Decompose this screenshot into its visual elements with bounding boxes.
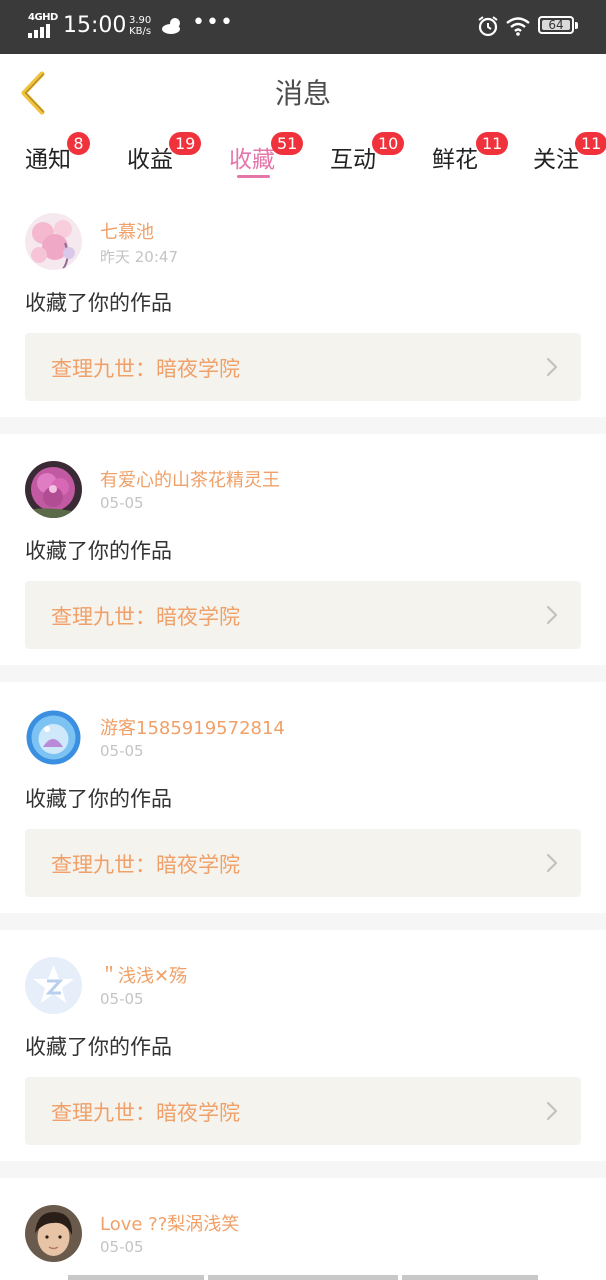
boy-portrait-avatar[interactable] — [25, 1205, 82, 1262]
divider — [0, 1161, 606, 1178]
tab-follows[interactable]: 关注 11 — [533, 132, 606, 174]
action-text: 收藏了你的作品 — [25, 539, 172, 563]
timestamp: 昨天 20:47 — [100, 248, 178, 266]
list-item: ＂浅浅✕殇 05-05 收藏了你的作品 查理九世：暗夜学院 — [0, 930, 606, 1161]
network-speed: 3.90 KB/s — [129, 15, 151, 37]
username[interactable]: ＂浅浅✕殇 — [100, 962, 187, 988]
action-text: 收藏了你的作品 — [25, 787, 172, 811]
work-title: 查理九世：暗夜学院 — [51, 853, 240, 877]
tab-favorites[interactable]: 收藏 51 — [229, 132, 304, 174]
tab-earnings[interactable]: 收益 19 — [127, 132, 202, 174]
more-notifications-icon: ••• — [192, 10, 234, 35]
tab-bar: 通知 8 收益 19 收藏 51 互动 10 鲜花 11 关注 11 — [0, 128, 606, 186]
divider — [0, 913, 606, 930]
unread-badge: 10 — [372, 132, 405, 155]
work-link[interactable]: 查理九世：暗夜学院 — [25, 581, 581, 649]
tab-label: 关注 — [533, 147, 579, 173]
bottom-hint-bar — [402, 1275, 538, 1280]
timestamp: 05-05 — [100, 742, 144, 760]
default-star-avatar[interactable] — [25, 957, 82, 1014]
tab-flowers[interactable]: 鲜花 11 — [432, 132, 509, 174]
cherry-blossom-avatar[interactable] — [25, 213, 82, 270]
chevron-right-icon — [546, 605, 558, 625]
tab-label: 通知 — [25, 147, 71, 173]
unread-badge: 51 — [271, 132, 304, 155]
unread-badge: 19 — [169, 132, 202, 155]
cloud-icon — [162, 18, 180, 34]
bottom-hint-bar — [208, 1275, 398, 1280]
username[interactable]: 七慕池 — [100, 218, 154, 244]
chevron-right-icon — [546, 853, 558, 873]
battery-icon: 64 — [538, 16, 578, 34]
wifi-icon — [506, 17, 530, 36]
work-title: 查理九世：暗夜学院 — [51, 1101, 240, 1125]
action-text: 收藏了你的作品 — [25, 291, 172, 315]
speed-value: 3.90 — [129, 15, 152, 26]
work-title: 查理九世：暗夜学院 — [51, 605, 240, 629]
chevron-right-icon — [546, 357, 558, 377]
tab-label: 互动 — [330, 147, 376, 173]
app-header: 消息 — [0, 54, 606, 129]
unread-badge: 11 — [476, 132, 509, 155]
bottom-hint-bar — [68, 1275, 204, 1280]
tab-interactions[interactable]: 互动 10 — [330, 132, 405, 174]
username[interactable]: 游客1585919572814 — [100, 714, 285, 740]
alarm-icon — [478, 16, 498, 37]
work-link[interactable]: 查理九世：暗夜学院 — [25, 333, 581, 401]
list-item: 七慕池 昨天 20:47 收藏了你的作品 查理九世：暗夜学院 — [0, 186, 606, 417]
list-item: Love ??梨涡浅笑 05-05 — [0, 1178, 606, 1280]
work-link[interactable]: 查理九世：暗夜学院 — [25, 829, 581, 897]
timestamp: 05-05 — [100, 494, 144, 512]
clock: 15:00 — [63, 13, 127, 38]
page-title: 消息 — [274, 77, 331, 110]
tab-label: 鲜花 — [432, 147, 478, 173]
purple-flower-avatar[interactable] — [25, 461, 82, 518]
speed-unit: KB/s — [129, 26, 152, 37]
work-title: 查理九世：暗夜学院 — [51, 357, 240, 381]
blue-orb-avatar[interactable] — [25, 709, 82, 766]
list-item: 有爱心的山茶花精灵王 05-05 收藏了你的作品 查理九世：暗夜学院 — [0, 434, 606, 665]
unread-badge: 11 — [575, 132, 606, 155]
signal-icon — [28, 24, 50, 38]
timestamp: 05-05 — [100, 1238, 144, 1256]
list-item: 游客1585919572814 05-05 收藏了你的作品 查理九世：暗夜学院 — [0, 682, 606, 913]
username[interactable]: Love ??梨涡浅笑 — [100, 1210, 239, 1236]
work-link[interactable]: 查理九世：暗夜学院 — [25, 1077, 581, 1145]
status-bar: 4GHD 15:00 3.90 KB/s ••• 64 — [0, 0, 606, 54]
tab-label: 收藏 — [229, 147, 275, 173]
username[interactable]: 有爱心的山茶花精灵王 — [100, 466, 280, 492]
divider — [0, 665, 606, 682]
action-text: 收藏了你的作品 — [25, 1035, 172, 1059]
active-tab-indicator — [237, 175, 270, 178]
timestamp: 05-05 — [100, 990, 144, 1008]
unread-badge: 8 — [67, 132, 90, 155]
tab-label: 收益 — [127, 147, 173, 173]
tab-notifications[interactable]: 通知 8 — [25, 132, 90, 174]
divider — [0, 417, 606, 434]
battery-level: 64 — [548, 18, 564, 32]
chevron-right-icon — [546, 1101, 558, 1121]
